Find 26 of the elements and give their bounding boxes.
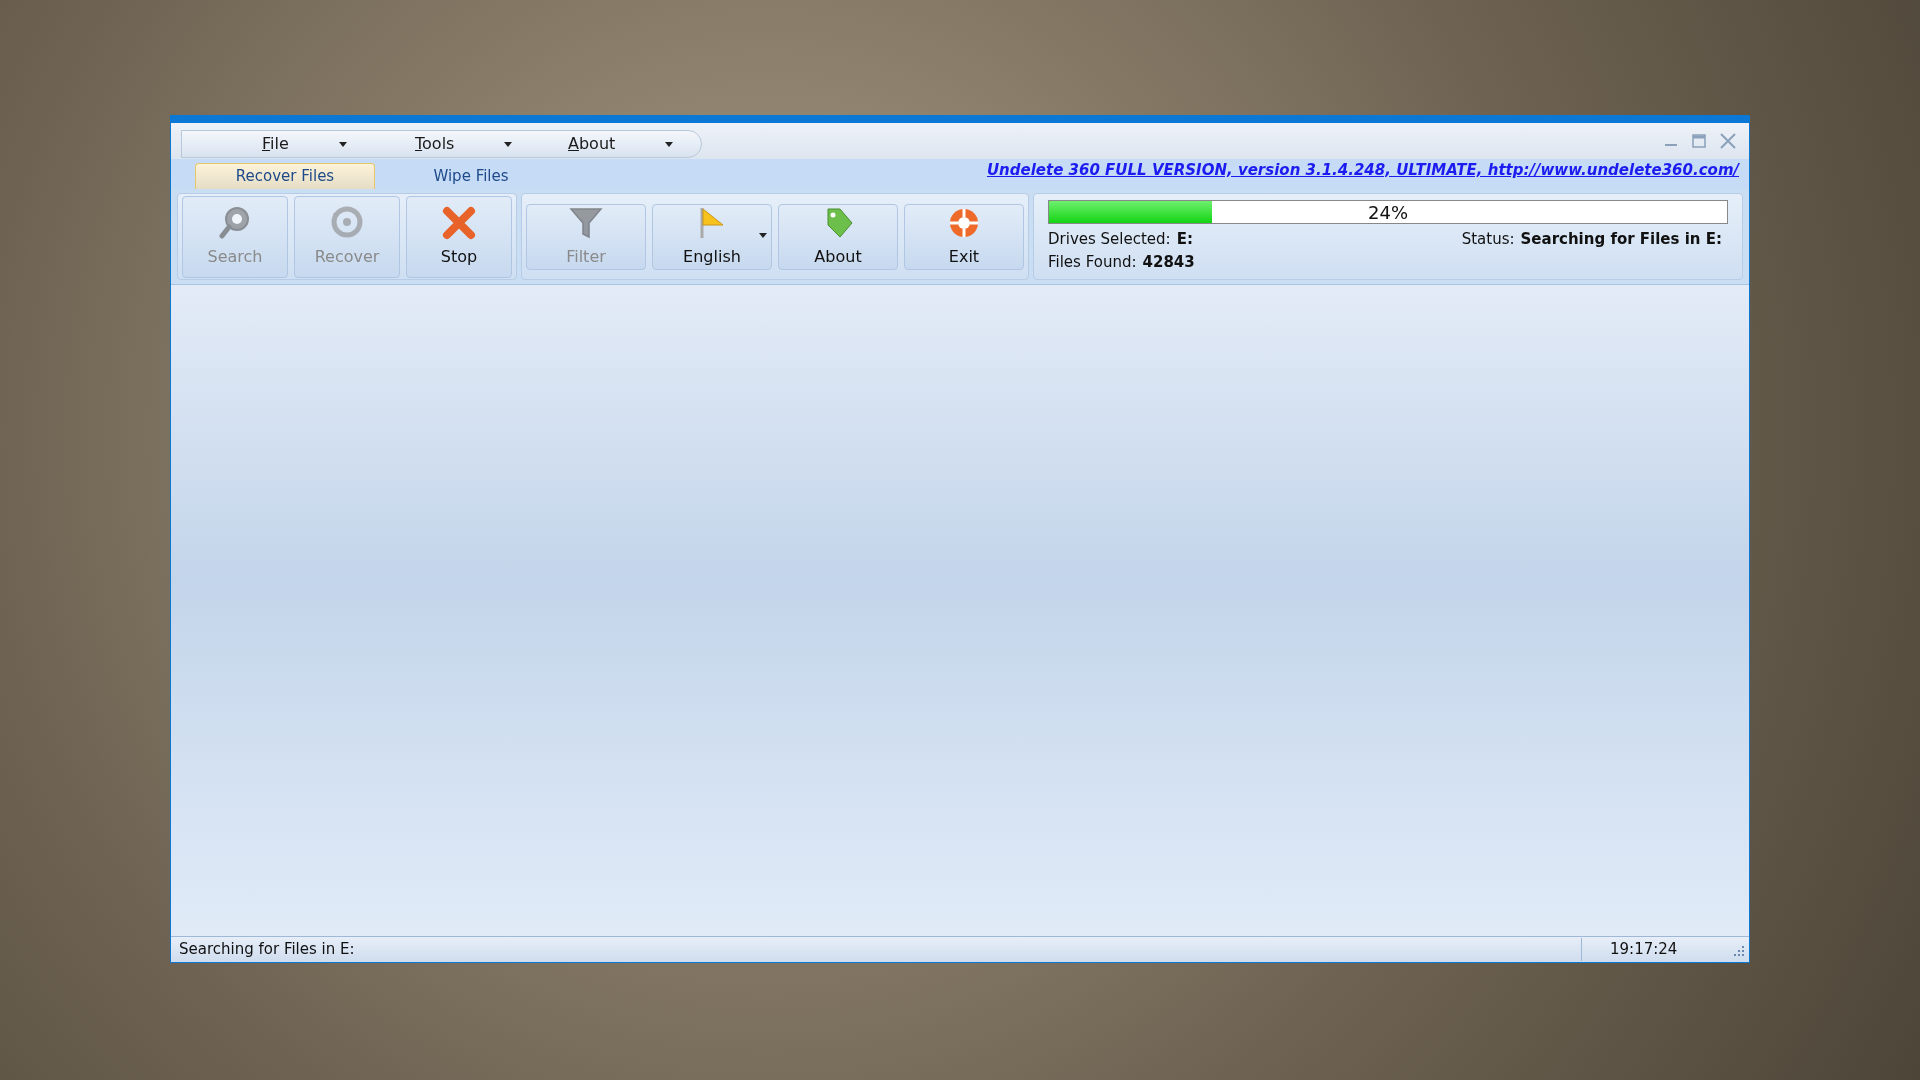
status-label: Status: — [1461, 229, 1515, 250]
status-value: Searching for Files in E: — [1520, 229, 1722, 250]
files-found-value: 42843 — [1142, 251, 1195, 273]
close-icon[interactable] — [1719, 132, 1737, 150]
toolbar-button[interactable]: Exit — [904, 203, 1024, 270]
menu-item[interactable]: File — [222, 132, 375, 156]
drives-label: Drives Selected: — [1048, 229, 1171, 250]
tab[interactable]: Recover Files — [195, 163, 375, 189]
files-found-label: Files Found: — [1048, 251, 1137, 273]
maximize-icon[interactable] — [1691, 133, 1707, 149]
toolbar-button[interactable]: About — [778, 203, 898, 270]
version-link[interactable]: Undelete 360 FULL VERSION, version 3.1.4.248, ULTIMATE, http://www.undelete360.com/ — [986, 158, 1739, 181]
caret-icon — [759, 232, 767, 238]
caret-icon — [665, 141, 674, 147]
toolbar-button[interactable]: English — [652, 203, 772, 270]
tab[interactable]: Wipe Files — [381, 163, 561, 189]
menu-item[interactable]: About — [528, 132, 681, 156]
menu-item[interactable]: Tools — [375, 132, 528, 156]
caret-icon — [504, 141, 513, 147]
status-time: 19:17:24 — [1581, 938, 1731, 961]
progress-reading: 24% — [1367, 201, 1409, 223]
status-message: Searching for Files in E: — [179, 939, 355, 961]
stop-icon — [441, 204, 477, 241]
caret-icon — [338, 141, 347, 147]
drives-value: E: — [1176, 229, 1193, 250]
toolbar-button[interactable]: Stop — [406, 195, 512, 278]
